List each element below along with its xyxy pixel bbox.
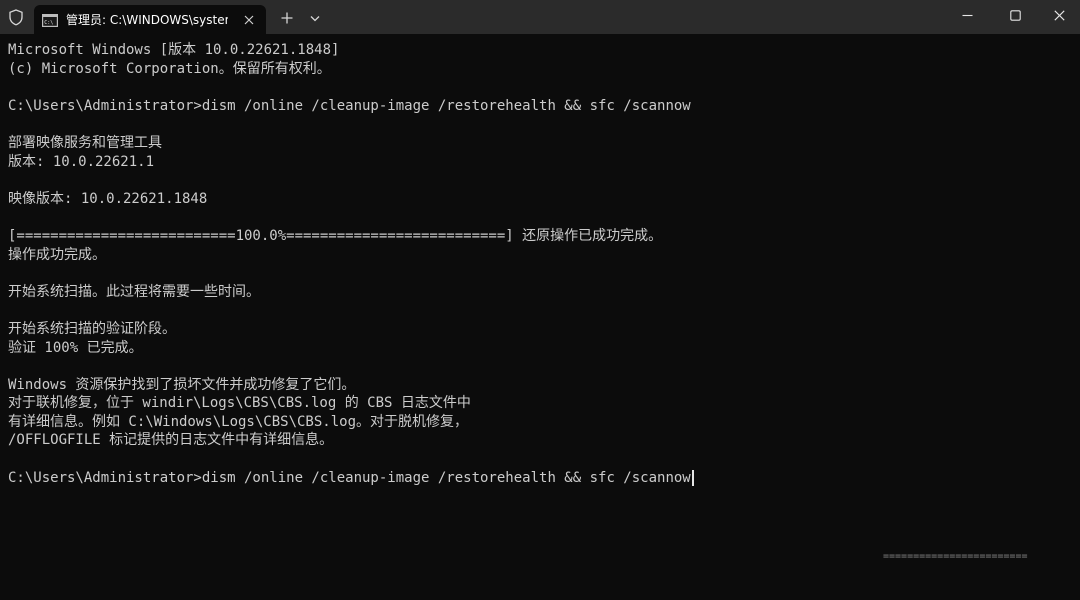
console-line: Microsoft Windows [版本 10.0.22621.1848] xyxy=(8,42,340,58)
console-line: [==========================100.0%=======… xyxy=(8,227,663,244)
terminal-icon: C:\ xyxy=(42,12,59,28)
console-line: 对于联机修复，位于 windir\Logs\CBS\CBS.log 的 CBS … xyxy=(8,395,471,412)
console-line: 部署映像服务和管理工具 xyxy=(8,134,162,151)
console-line: /OFFLOGFILE 标记提供的日志文件中有详细信息。 xyxy=(8,432,334,449)
tab-cmd[interactable]: C:\ 管理员: C:\WINDOWS\system32\cmd.exe xyxy=(34,5,266,34)
watermark: ======================== xyxy=(883,551,1028,562)
tab-dropdown-button[interactable] xyxy=(304,7,326,29)
tab-close-icon[interactable] xyxy=(240,11,258,29)
console-line: 操作成功完成。 xyxy=(8,246,106,263)
terminal-window: C:\ 管理员: C:\WINDOWS\system32\cmd.exe xyxy=(0,0,1080,600)
console-line: C:\Users\Administrator>dism /online /cle… xyxy=(8,97,691,114)
chevron-down-icon xyxy=(310,15,320,21)
tab-title: 管理员: C:\WINDOWS\system32\cmd.exe xyxy=(66,13,228,27)
command-input-line[interactable]: C:\Users\Administrator>dism /online /cle… xyxy=(8,469,1072,488)
text-cursor xyxy=(691,469,694,486)
maximize-button[interactable] xyxy=(992,0,1038,30)
console-line: (c) Microsoft Corporation。保留所有权利。 xyxy=(8,60,331,77)
console-line: 版本: 10.0.22621.1 xyxy=(8,153,155,170)
console-line: 映像版本: 10.0.22621.1848 xyxy=(8,190,208,207)
console-line: 开始系统扫描的验证阶段。 xyxy=(8,320,176,337)
minimize-icon xyxy=(962,14,972,16)
console-line: Windows 资源保护找到了损坏文件并成功修复了它们。 xyxy=(8,376,356,393)
svg-text:C:\: C:\ xyxy=(44,20,53,26)
minimize-button[interactable] xyxy=(944,0,990,30)
console-line: 验证 100% 已完成。 xyxy=(8,339,143,356)
close-icon xyxy=(1053,9,1065,21)
title-bar[interactable]: C:\ 管理员: C:\WINDOWS\system32\cmd.exe xyxy=(0,0,1080,34)
shield-icon[interactable] xyxy=(8,9,24,26)
close-button[interactable] xyxy=(1036,0,1080,30)
new-tab-button[interactable] xyxy=(276,7,298,29)
current-command: C:\Users\Administrator>dism /online /cle… xyxy=(8,469,691,486)
console-line: 开始系统扫描。此过程将需要一些时间。 xyxy=(8,283,260,300)
console-output[interactable]: Microsoft Windows [版本 10.0.22621.1848] (… xyxy=(0,34,1080,600)
console-line: 有详细信息。例如 C:\Windows\Logs\CBS\CBS.log。对于脱… xyxy=(8,413,469,430)
plus-icon xyxy=(281,12,293,24)
maximize-icon xyxy=(1009,9,1021,21)
